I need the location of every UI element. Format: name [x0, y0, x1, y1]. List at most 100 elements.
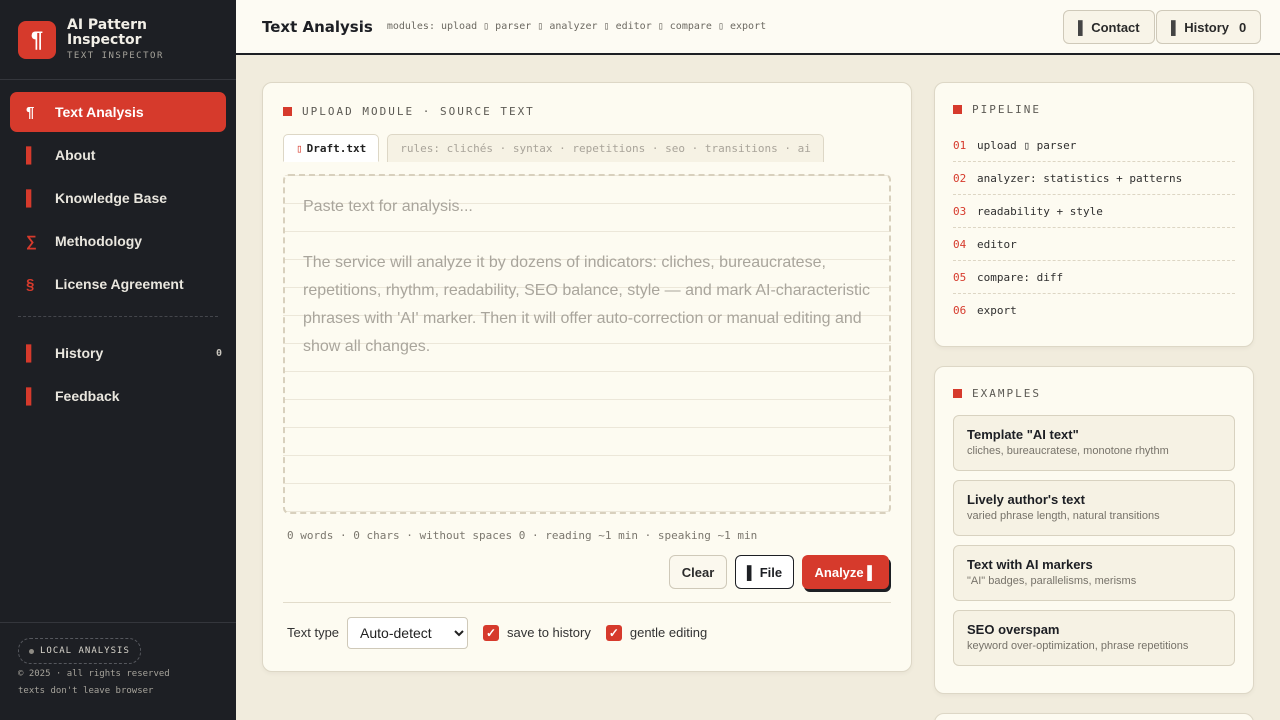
contact-label: Contact: [1091, 19, 1140, 35]
contact-icon: ▌: [1078, 19, 1088, 35]
step-text: editor: [977, 237, 1017, 251]
sidebar-item-knowledge-base[interactable]: ▌ Knowledge Base: [10, 178, 226, 218]
tab-draft[interactable]: ▯ Draft.txt: [283, 134, 380, 162]
text-type-select[interactable]: Auto-detect: [347, 616, 469, 649]
sidebar-nav: ¶ Text Analysis ▌ About ▌ Knowledge Base…: [0, 80, 236, 416]
step-number: 06: [953, 304, 967, 317]
page-title: Text Analysis: [262, 17, 373, 36]
example-title: Text with AI markers: [967, 557, 1093, 572]
nav-divider: [18, 316, 218, 317]
sidebar-item-history[interactable]: ▌ History 0: [10, 333, 226, 373]
history-button[interactable]: ▌ History 0: [1156, 10, 1262, 44]
step-text: compare: diff: [977, 270, 1064, 284]
brand-subtitle: TEXT INSPECTOR: [67, 51, 164, 61]
sidebar-item-label: Methodology: [55, 233, 143, 249]
brand-title: AI Pattern Inspector: [67, 17, 148, 48]
example-desc: keyword over-optimization, phrase repeti…: [967, 640, 1189, 652]
text-input-area[interactable]: Paste text for analysis... The service w…: [283, 174, 891, 514]
sidebar-footer: LOCAL ANALYSIS © 2025 · all rights reser…: [0, 622, 236, 720]
sidebar-item-about[interactable]: ▌ About: [10, 135, 226, 175]
tab-label: Draft.txt: [306, 141, 367, 155]
contact-button[interactable]: ▌ Contact: [1063, 10, 1155, 44]
history-icon: ▌: [1171, 19, 1181, 35]
text-input[interactable]: [285, 176, 889, 512]
step-text: analyzer: statistics + patterns: [977, 171, 1183, 185]
example-title: Lively author's text: [967, 492, 1085, 507]
section-header: UPLOAD MODULE · SOURCE TEXT: [283, 105, 535, 118]
step-number: 02: [953, 171, 967, 185]
sidebar-item-label: Text Analysis: [55, 104, 144, 120]
step-number: 03: [953, 204, 967, 218]
pipeline-step: 05 compare: diff: [953, 261, 1235, 294]
step-number: 04: [953, 237, 967, 251]
gentle-editing-checkbox[interactable]: ✓ gentle editing: [605, 624, 707, 641]
info-icon: ▌: [26, 146, 37, 164]
example-item[interactable]: Lively author's text varied phrase lengt…: [953, 480, 1235, 536]
example-desc: varied phrase length, natural transition…: [967, 510, 1160, 522]
examples-header: EXAMPLES: [953, 387, 1235, 400]
sidebar-item-label: About: [55, 147, 96, 163]
example-item[interactable]: SEO overspam keyword over-optimization, …: [953, 610, 1235, 666]
text-type-label: Text type: [287, 625, 340, 640]
upload-module-card: UPLOAD MODULE · SOURCE TEXT ▯ Draft.txt …: [262, 82, 912, 672]
badge-label: LOCAL ANALYSIS: [40, 646, 130, 656]
feedback-icon: ▌: [26, 387, 37, 405]
example-desc: cliches, bureaucratese, monotone rhythm: [967, 445, 1169, 457]
pipeline-header: PIPELINE: [953, 103, 1235, 116]
modules-breadcrumb: modules: upload ▯ parser ▯ analyzer ▯ ed…: [386, 21, 767, 32]
examples-label: EXAMPLES: [972, 387, 1041, 400]
section-square-icon: [953, 389, 962, 398]
status-dot-icon: [29, 648, 34, 654]
example-desc: "AI" badges, parallelisms, merisms: [967, 575, 1137, 587]
sidebar-item-label: Feedback: [55, 388, 120, 404]
next-card-peek: [934, 713, 1254, 720]
section-square-icon: [283, 107, 292, 116]
step-number: 05: [953, 270, 967, 284]
step-number: 01: [953, 138, 967, 152]
pipeline-label: PIPELINE: [972, 103, 1041, 116]
example-item[interactable]: Text with AI markers "AI" badges, parall…: [953, 545, 1235, 601]
sidebar-item-label: License Agreement: [55, 276, 184, 292]
top-header: Text Analysis modules: upload ▯ parser ▯…: [236, 0, 1280, 55]
tab-rules[interactable]: rules: clichés · syntax · repetitions · …: [387, 134, 824, 162]
pipeline-step: 02 analyzer: statistics + patterns: [953, 162, 1235, 195]
history-count: 0: [1239, 19, 1247, 35]
analyze-button[interactable]: Analyze ▌: [802, 555, 889, 589]
sidebar-item-label: History: [55, 345, 104, 361]
sidebar-item-license[interactable]: § License Agreement: [10, 264, 226, 304]
pipeline-step: 06 export: [953, 294, 1235, 327]
file-icon: ▯: [296, 141, 303, 155]
local-analysis-badge: LOCAL ANALYSIS: [18, 638, 141, 664]
pipeline-step: 04 editor: [953, 228, 1235, 261]
save-history-checkbox[interactable]: ✓ save to history: [483, 624, 591, 641]
sidebar-item-label: Knowledge Base: [55, 190, 168, 206]
privacy-note: texts don't leave browser: [18, 686, 154, 696]
section-label: UPLOAD MODULE · SOURCE TEXT: [302, 105, 535, 118]
text-stats: 0 words · 0 chars · without spaces 0 · r…: [287, 529, 758, 542]
sidebar-item-methodology[interactable]: ∑ Methodology: [10, 221, 226, 261]
section-icon: §: [26, 275, 35, 293]
step-text: upload ▯ parser: [977, 138, 1077, 152]
history-label: History: [1184, 19, 1230, 35]
sigma-icon: ∑: [26, 232, 37, 250]
examples-list: Template "AI text" cliches, bureaucrates…: [953, 415, 1235, 666]
pipeline-list: 01 upload ▯ parser 02 analyzer: statisti…: [953, 129, 1235, 327]
pipeline-step: 01 upload ▯ parser: [953, 129, 1235, 162]
example-title: Template "AI text": [967, 427, 1079, 442]
source-tabs: ▯ Draft.txt rules: clichés · syntax · re…: [283, 134, 824, 162]
analysis-options: Text type Auto-detect ✓ save to history …: [283, 602, 891, 662]
history-icon: ▌: [26, 344, 37, 362]
logo-icon: ¶: [18, 20, 56, 59]
clear-button[interactable]: Clear: [669, 555, 727, 589]
sidebar-item-text-analysis[interactable]: ¶ Text Analysis: [10, 92, 226, 132]
step-text: readability + style: [977, 204, 1103, 218]
example-item[interactable]: Template "AI text" cliches, bureaucrates…: [953, 415, 1235, 471]
check-icon: ✓: [483, 624, 500, 641]
copyright: © 2025 · all rights reserved: [18, 669, 170, 679]
pipeline-card: PIPELINE 01 upload ▯ parser 02 analyzer:…: [934, 82, 1254, 347]
sidebar: ¶ AI Pattern Inspector TEXT INSPECTOR ¶ …: [0, 0, 236, 720]
pipeline-step: 03 readability + style: [953, 195, 1235, 228]
examples-card: EXAMPLES Template "AI text" cliches, bur…: [934, 366, 1254, 694]
sidebar-item-feedback[interactable]: ▌ Feedback: [10, 376, 226, 416]
file-button[interactable]: ▌ File: [735, 555, 794, 589]
